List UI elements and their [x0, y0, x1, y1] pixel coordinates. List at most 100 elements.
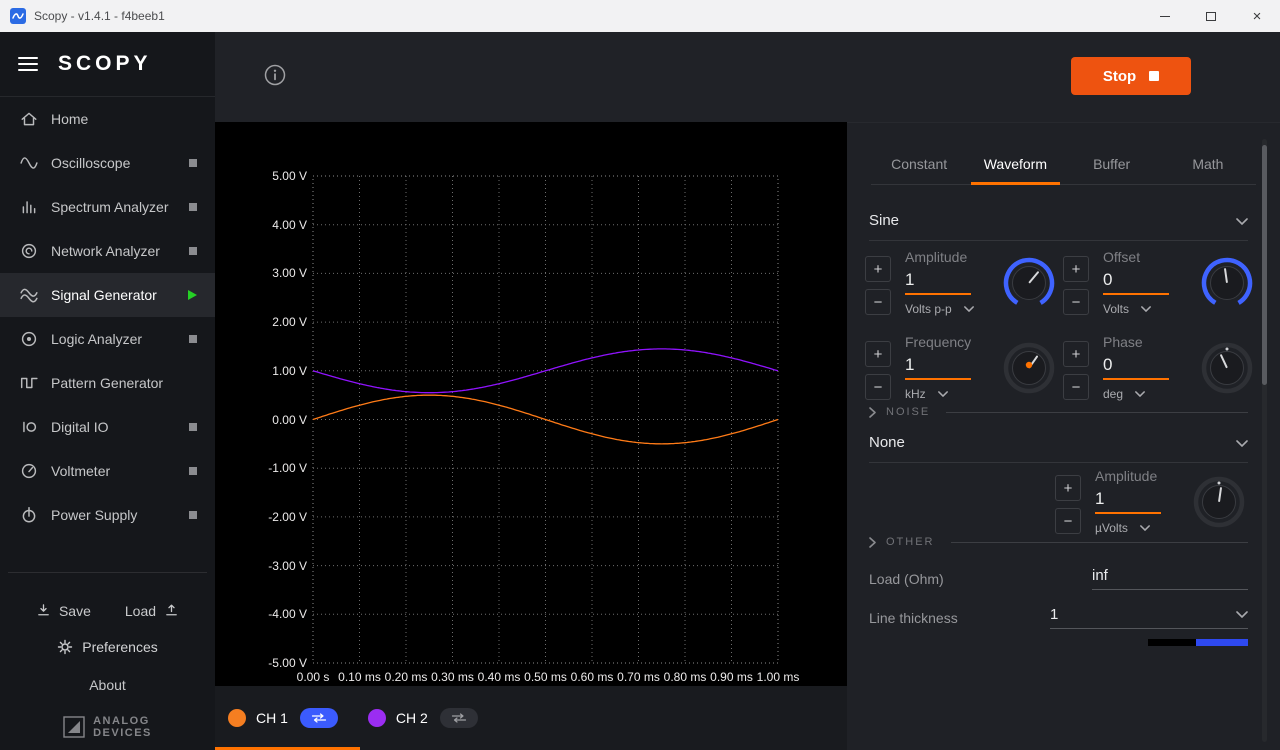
instrument-toolbar: Stop	[215, 32, 1280, 122]
line-thickness-select[interactable]: 1	[1050, 606, 1248, 629]
offset-increment-button[interactable]: +	[1063, 256, 1089, 282]
stop-label: Stop	[1103, 68, 1136, 85]
line-preview-blue-segment	[1196, 639, 1248, 646]
close-button[interactable]: ×	[1234, 0, 1280, 32]
frequency-unit-select[interactable]: kHz	[905, 387, 995, 401]
section-divider	[951, 542, 1249, 543]
other-section-header[interactable]: OTHER	[869, 536, 1248, 548]
panel-scrollbar-thumb[interactable]	[1262, 145, 1267, 385]
channel-bar: CH 1 CH 2	[215, 686, 847, 750]
channel-2-label: CH 2	[396, 710, 428, 726]
waveform-type-value: Sine	[869, 213, 899, 229]
noise-amplitude-decrement-button[interactable]: −	[1055, 508, 1081, 534]
hamburger-icon[interactable]	[18, 57, 38, 71]
frequency-decrement-button[interactable]: −	[865, 374, 891, 400]
load-label: Load	[125, 603, 156, 619]
load-label: Load (Ohm)	[869, 571, 944, 587]
sidebar-item-network-analyzer[interactable]: Network Analyzer	[0, 229, 215, 273]
phase-increment-button[interactable]: +	[1063, 341, 1089, 367]
stop-square-icon[interactable]	[189, 423, 197, 431]
offset-knob[interactable]	[1201, 257, 1253, 309]
signal-generator-settings-panel: Constant Waveform Buffer Math Sine + −	[847, 122, 1280, 750]
save-button[interactable]: Save	[36, 603, 91, 619]
tab-math[interactable]: Math	[1160, 143, 1256, 184]
sidebar-item-pattern-generator[interactable]: Pattern Generator	[0, 361, 215, 405]
info-icon	[264, 64, 286, 86]
chevron-down-icon	[1236, 218, 1248, 225]
noise-amplitude-value-input[interactable]: 1	[1095, 489, 1161, 514]
adi-brand-text: ANALOGDEVICES	[93, 715, 152, 740]
waveform-type-select[interactable]: Sine	[869, 213, 1248, 241]
stop-square-icon[interactable]	[189, 335, 197, 343]
sidebar-item-power-supply[interactable]: Power Supply	[0, 493, 215, 537]
panel-scrollbar[interactable]	[1262, 139, 1267, 742]
chevron-down-icon	[1140, 525, 1150, 531]
stop-square-icon[interactable]	[189, 467, 197, 475]
stop-square-icon[interactable]	[189, 203, 197, 211]
noise-amplitude-knob[interactable]	[1193, 476, 1245, 528]
sidebar-item-signal-generator[interactable]: Signal Generator	[0, 273, 215, 317]
stop-square-icon[interactable]	[189, 159, 197, 167]
amplitude-value-input[interactable]: 1	[905, 270, 971, 295]
channel-1-tab[interactable]: CH 1	[228, 708, 338, 728]
offset-unit-select[interactable]: Volts	[1103, 302, 1193, 316]
x-axis-tick: 1.00 ms	[757, 670, 800, 684]
chevron-right-icon	[869, 407, 876, 418]
chevron-down-icon	[938, 391, 948, 397]
noise-amplitude-control: + − Amplitude 1 µVolts	[1055, 468, 1245, 535]
sidebar-item-spectrum-analyzer[interactable]: Spectrum Analyzer	[0, 185, 215, 229]
frequency-value-input[interactable]: 1	[905, 355, 971, 380]
noise-type-select[interactable]: None	[869, 435, 1248, 463]
phase-value-input[interactable]: 0	[1103, 355, 1169, 380]
noise-amplitude-increment-button[interactable]: +	[1055, 475, 1081, 501]
minimize-button[interactable]	[1142, 0, 1188, 32]
channel-2-enable-toggle[interactable]	[440, 708, 478, 728]
x-axis-tick: 0.70 ms	[617, 670, 660, 684]
x-axis-tick: 0.60 ms	[571, 670, 614, 684]
sidebar-bottom: Save Load Preferences About ANALOGDEVICE…	[0, 572, 215, 750]
load-input[interactable]: inf	[1092, 567, 1248, 590]
offset-value-input[interactable]: 0	[1103, 270, 1169, 295]
frequency-increment-button[interactable]: +	[865, 341, 891, 367]
y-axis-tick: -4.00 V	[268, 607, 307, 621]
load-button[interactable]: Load	[125, 603, 179, 619]
amplitude-decrement-button[interactable]: −	[865, 289, 891, 315]
amplitude-increment-button[interactable]: +	[865, 256, 891, 282]
channel-1-enable-toggle[interactable]	[300, 708, 338, 728]
gear-icon	[57, 639, 73, 655]
sidebar-item-home[interactable]: Home	[0, 97, 215, 141]
preferences-button[interactable]: Preferences	[0, 639, 215, 655]
amplitude-unit-select[interactable]: Volts p-p	[905, 302, 995, 316]
tab-waveform[interactable]: Waveform	[967, 143, 1063, 184]
tab-buffer[interactable]: Buffer	[1064, 143, 1160, 184]
play-icon[interactable]	[188, 290, 197, 300]
power-supply-icon	[20, 506, 38, 524]
noise-section-header[interactable]: NOISE	[869, 406, 1248, 418]
sidebar-item-oscilloscope[interactable]: Oscilloscope	[0, 141, 215, 185]
sidebar-item-label: Power Supply	[51, 507, 137, 523]
maximize-button[interactable]	[1188, 0, 1234, 32]
phase-decrement-button[interactable]: −	[1063, 374, 1089, 400]
preferences-label: Preferences	[82, 639, 157, 655]
noise-amplitude-unit-select[interactable]: µVolts	[1095, 521, 1185, 535]
run-stop-button[interactable]: Stop	[1071, 57, 1191, 95]
sidebar-item-digital-io[interactable]: Digital IO	[0, 405, 215, 449]
offset-label: Offset	[1103, 249, 1193, 265]
frequency-knob[interactable]	[1003, 342, 1055, 394]
about-button[interactable]: About	[0, 677, 215, 693]
phase-unit-select[interactable]: deg	[1103, 387, 1193, 401]
sidebar-item-label: Oscilloscope	[51, 155, 130, 171]
offset-decrement-button[interactable]: −	[1063, 289, 1089, 315]
chevron-down-icon	[1141, 306, 1151, 312]
waveform-plot[interactable]: 5.00 V4.00 V3.00 V2.00 V1.00 V0.00 V-1.0…	[215, 122, 847, 686]
stop-square-icon[interactable]	[189, 247, 197, 255]
noise-type-value: None	[869, 435, 905, 451]
stop-square-icon[interactable]	[189, 511, 197, 519]
channel-2-tab[interactable]: CH 2	[368, 708, 478, 728]
sidebar-item-voltmeter[interactable]: Voltmeter	[0, 449, 215, 493]
sidebar-item-logic-analyzer[interactable]: Logic Analyzer	[0, 317, 215, 361]
info-button[interactable]	[263, 64, 287, 88]
phase-knob[interactable]	[1201, 342, 1253, 394]
amplitude-knob[interactable]	[1003, 257, 1055, 309]
tab-constant[interactable]: Constant	[871, 143, 967, 184]
